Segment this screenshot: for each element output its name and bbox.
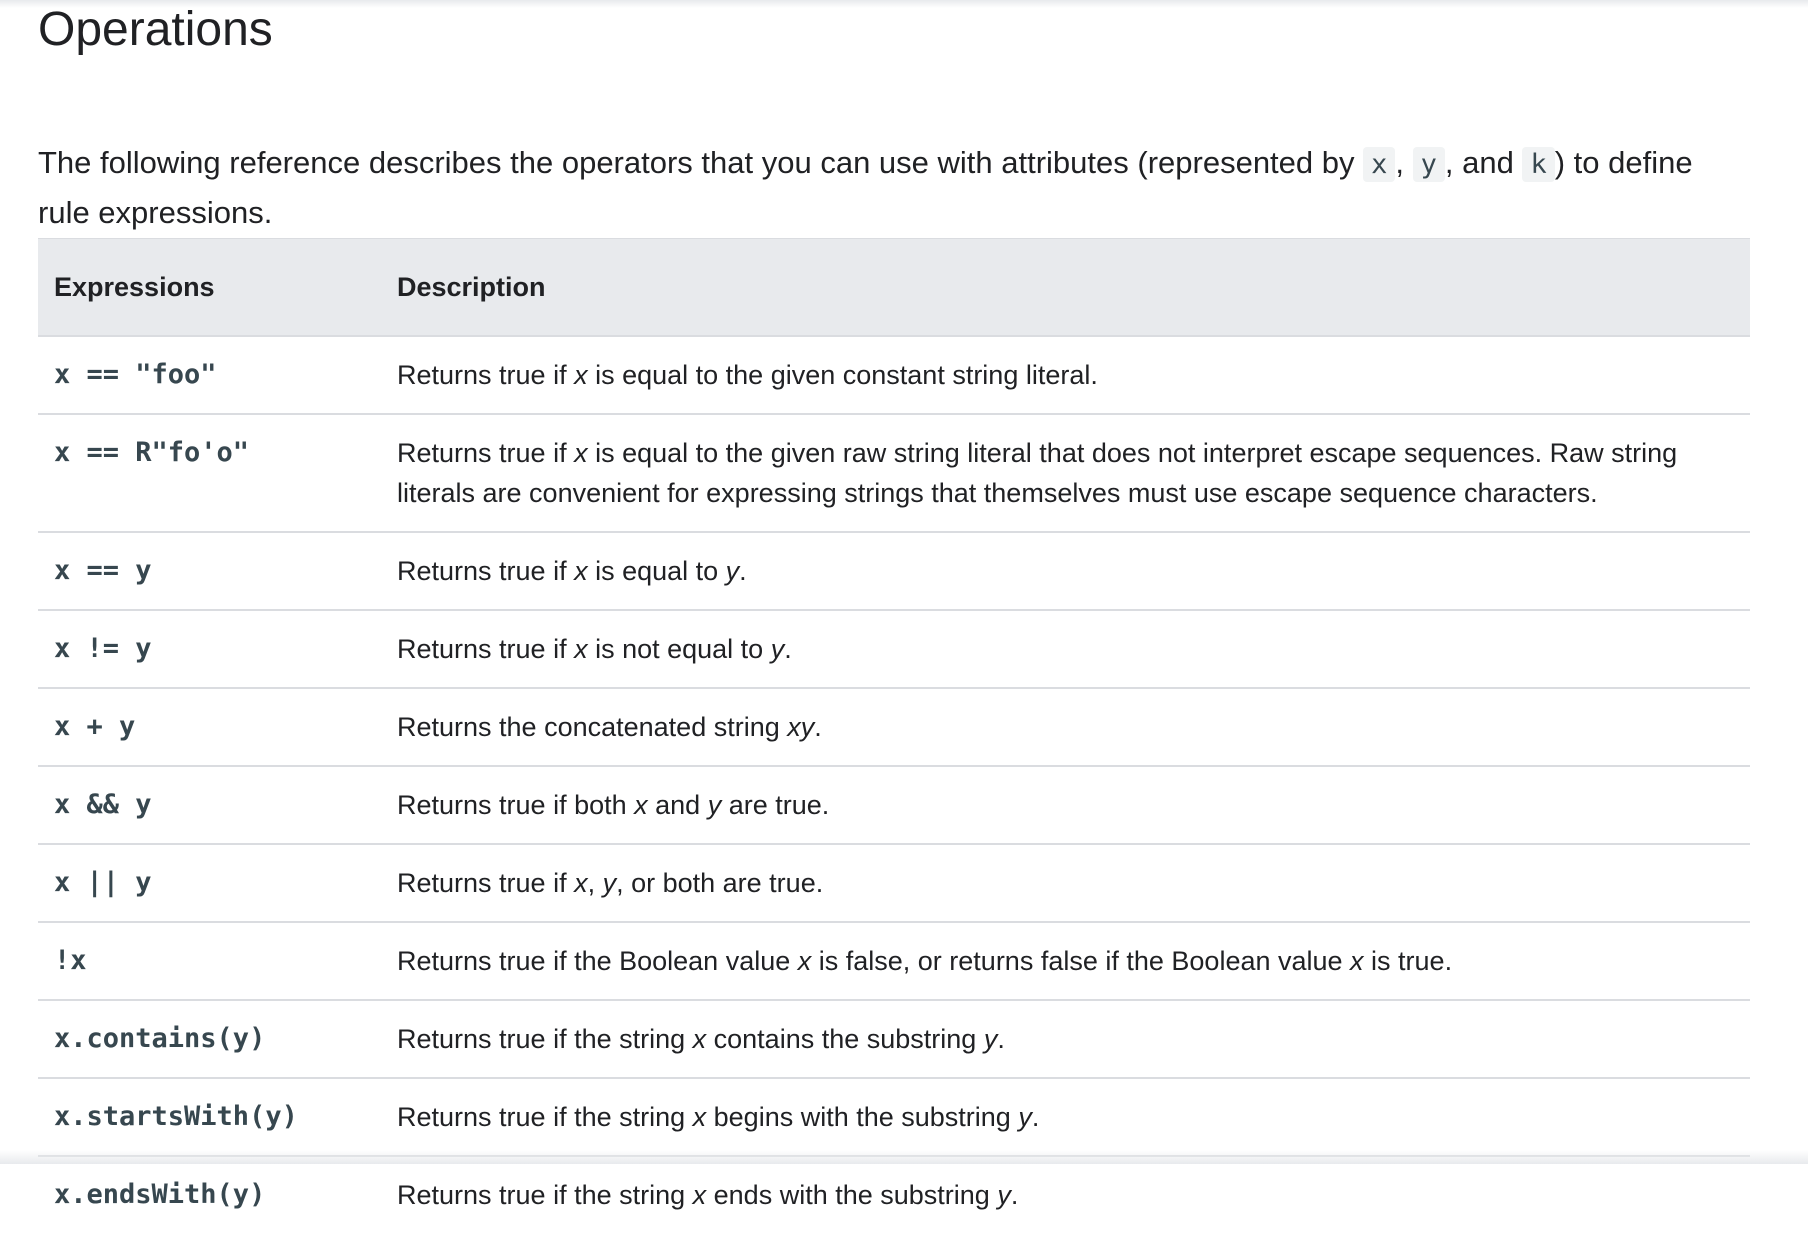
table-row: x && y Returns true if both x and y are t…: [38, 765, 1750, 844]
description-text: contains the substring: [706, 1024, 984, 1054]
expression-cell: x != y: [38, 609, 381, 688]
description-text: ,: [587, 868, 603, 898]
variable-name: x: [574, 556, 588, 586]
description-text: is not equal to: [587, 634, 771, 664]
expression-cell: x.startsWith(y): [38, 1077, 381, 1156]
description-cell: Returns true if both x and y are true.: [381, 765, 1750, 844]
table-row: x.startsWith(y) Returns true if the strin…: [38, 1077, 1750, 1156]
table-row: x != y Returns true if x is not equal to …: [38, 609, 1750, 688]
code-k: k: [1522, 147, 1555, 182]
expression-cell: !x: [38, 921, 381, 1000]
description-text: Returns true if the string: [397, 1024, 693, 1054]
variable-name: y: [725, 556, 740, 586]
description-text: Returns true if: [397, 556, 575, 586]
description-cell: Returns true if x, y, or both are true.: [381, 843, 1750, 922]
description-text: and: [647, 790, 708, 820]
code-y: y: [1412, 147, 1445, 182]
variable-name: xy: [787, 712, 815, 742]
expression-cell: x || y: [38, 843, 381, 922]
description-cell: Returns true if x is not equal to y.: [381, 609, 1750, 688]
variable-name: y: [983, 1024, 998, 1054]
expression-cell: x && y: [38, 765, 381, 844]
description-text: Returns true if the string: [397, 1180, 693, 1210]
table-row: x || y Returns true if x, y, or both are …: [38, 843, 1750, 922]
description-text: .: [814, 712, 822, 742]
description-cell: Returns true if the string x contains th…: [381, 999, 1750, 1078]
variable-name: x: [574, 634, 588, 664]
expression-cell: x + y: [38, 687, 381, 766]
description-cell: Returns true if the string x begins with…: [381, 1077, 1750, 1156]
description-cell: Returns true if the string x ends with t…: [381, 1155, 1750, 1233]
description-cell: Returns the concatenated string xy.: [381, 687, 1750, 766]
header-expressions: Expressions: [38, 238, 381, 336]
expression-cell: x.endsWith(y): [38, 1155, 381, 1233]
description-text: Returns true if: [397, 634, 575, 664]
description-text: Returns true if the string: [397, 1102, 693, 1132]
intro-sep-1: ,: [1395, 145, 1413, 180]
bottom-shadow: [0, 1150, 1808, 1164]
description-text: is true.: [1363, 946, 1453, 976]
description-text: Returns true if both: [397, 790, 635, 820]
page-title: Operations: [38, 3, 273, 56]
description-text: is false, or returns false if the Boolea…: [811, 946, 1351, 976]
description-text: .: [784, 634, 792, 664]
header-description: Description: [381, 238, 1750, 336]
variable-name: y: [1018, 1102, 1032, 1132]
table-row: x == "foo" Returns true if x is equal to …: [38, 335, 1750, 414]
table-row: x.contains(y) Returns true if the string …: [38, 999, 1750, 1078]
table-header-row: Expressions Description: [38, 238, 1750, 336]
variable-name: x: [634, 790, 648, 820]
description-text: Returns true if the Boolean value: [397, 946, 798, 976]
variable-name: x: [692, 1024, 707, 1054]
description-text: begins with the substring: [706, 1102, 1019, 1132]
description-cell: Returns true if x is equal to y.: [381, 531, 1750, 610]
table-body: x == "foo" Returns true if x is equal to …: [38, 335, 1750, 1233]
description-text: is equal to: [587, 556, 726, 586]
variable-name: x: [692, 1102, 707, 1132]
variable-name: y: [602, 868, 617, 898]
intro-paragraph: The following reference describes the op…: [38, 139, 1750, 237]
table-row: x == R"fo'o" Returns true if x is equal t…: [38, 413, 1750, 532]
variable-name: x: [574, 868, 588, 898]
table-row: x == y Returns true if x is equal to y.: [38, 531, 1750, 610]
expression-cell: x.contains(y): [38, 999, 381, 1078]
description-text: Returns true if: [397, 360, 575, 390]
variable-name: y: [770, 634, 785, 664]
description-text: .: [1010, 1180, 1019, 1210]
description-text: ends with the substring: [706, 1180, 998, 1210]
variable-name: y: [707, 790, 722, 820]
variable-name: x: [1350, 946, 1364, 976]
description-text: .: [739, 556, 747, 586]
expression-cell: x == "foo": [38, 335, 381, 414]
expression-cell: x == R"fo'o": [38, 413, 381, 532]
description-text: is equal to the given constant string li…: [587, 360, 1098, 390]
variable-name: x: [692, 1180, 707, 1210]
description-cell: Returns true if the Boolean value x is f…: [381, 921, 1750, 1000]
table-row: x.endsWith(y) Returns true if the string …: [38, 1155, 1750, 1233]
description-text: Returns true if: [397, 868, 575, 898]
description-text: .: [997, 1024, 1005, 1054]
description-text: Returns true if: [397, 438, 575, 468]
description-text: is equal to the given raw string literal…: [397, 438, 1678, 508]
intro-text-before: The following reference describes the op…: [38, 145, 1364, 180]
description-text: Returns the concatenated string: [397, 712, 788, 742]
operators-table: Expressions Description x == "foo" Return…: [38, 238, 1750, 1233]
description-text: are true.: [721, 790, 830, 820]
description-text: , or both are true.: [616, 868, 824, 898]
table-row: !x Returns true if the Boolean value x is…: [38, 921, 1750, 1000]
description-text: .: [1031, 1102, 1040, 1132]
description-cell: Returns true if x is equal to the given …: [381, 335, 1750, 414]
expression-cell: x == y: [38, 531, 381, 610]
intro-sep-2: , and: [1444, 145, 1523, 180]
table-row: x + y Returns the concatenated string xy.: [38, 687, 1750, 766]
variable-name: x: [574, 360, 588, 390]
variable-name: y: [997, 1180, 1011, 1210]
code-x: x: [1363, 147, 1396, 182]
variable-name: x: [574, 438, 588, 468]
description-cell: Returns true if x is equal to the given …: [381, 413, 1750, 532]
variable-name: x: [797, 946, 812, 976]
